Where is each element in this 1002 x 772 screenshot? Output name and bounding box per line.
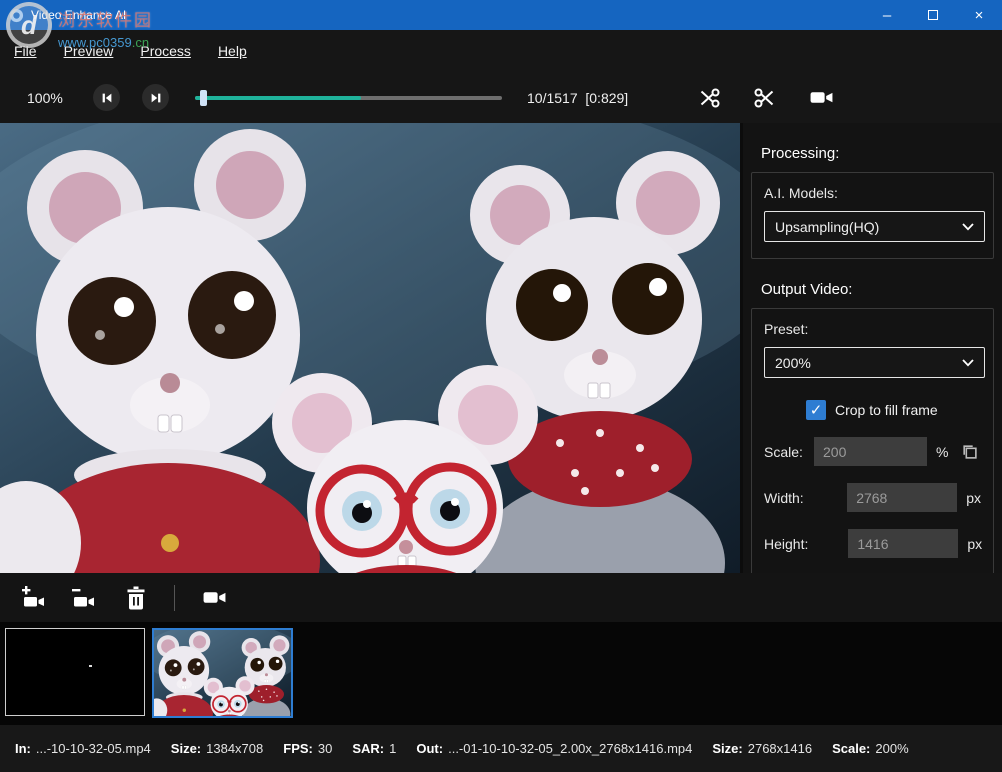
scissors-icon — [697, 86, 721, 110]
close-button[interactable]: × — [956, 0, 1002, 30]
title-bar: Video Enhance AI – × — [0, 0, 1002, 30]
chevron-down-icon — [962, 223, 974, 231]
menu-file[interactable]: File — [14, 43, 37, 59]
process-clip-button[interactable] — [201, 585, 228, 610]
video-camera-icon — [809, 85, 834, 110]
width-label: Width: — [764, 490, 807, 506]
status-fps: FPS:30 — [283, 741, 332, 756]
height-unit: px — [967, 536, 982, 552]
status-in-size: Size:1384x708 — [171, 741, 263, 756]
processing-heading: Processing: — [761, 145, 996, 162]
slider-handle[interactable] — [200, 90, 207, 106]
timeline-slider[interactable] — [195, 89, 502, 107]
height-label: Height: — [764, 536, 808, 552]
status-bar: In:...-10-10-32-05.mp4 Size:1384x708 FPS… — [0, 725, 1002, 772]
remove-clip-button[interactable] — [70, 585, 98, 611]
trim-cut-button[interactable] — [696, 85, 722, 111]
minimize-button[interactable]: – — [864, 0, 910, 30]
width-unit: px — [966, 490, 981, 506]
preset-value: 200% — [775, 355, 962, 371]
ai-models-label: A.I. Models: — [764, 185, 981, 201]
menu-help[interactable]: Help — [218, 43, 247, 59]
crop-to-fill-label: Crop to fill frame — [835, 402, 938, 418]
crop-to-fill-checkbox[interactable]: ✓ — [806, 400, 826, 420]
skip-next-icon — [149, 91, 163, 105]
ai-model-dropdown[interactable]: Upsampling(HQ) — [764, 211, 985, 242]
app-window: Video Enhance AI – × d 浏东软件园 www.pc0359.… — [0, 0, 1002, 772]
clip-toolbar — [0, 573, 1002, 622]
thumbnail-strip — [0, 622, 1002, 725]
ai-models-group: A.I. Models: Upsampling(HQ) — [751, 172, 994, 259]
menu-preview[interactable]: Preview — [64, 43, 114, 59]
clip-thumbnail[interactable] — [5, 628, 145, 716]
copy-icon — [961, 443, 978, 460]
delete-clip-button[interactable] — [124, 585, 148, 611]
scale-unit: % — [936, 444, 948, 460]
zoom-level: 100% — [27, 90, 71, 106]
trim-split-button[interactable] — [752, 85, 778, 111]
width-input[interactable] — [847, 483, 957, 512]
status-sar: SAR:1 — [352, 741, 396, 756]
output-video-group: Preset: 200% ✓ Crop to fill frame Scale:… — [751, 308, 994, 573]
height-input[interactable] — [848, 529, 958, 558]
frame-position: 10/1517 [0:829] — [527, 90, 628, 106]
maximize-icon — [928, 10, 938, 20]
scissors-right-icon — [753, 86, 777, 110]
chevron-down-icon — [962, 359, 974, 367]
status-scale: Scale:200% — [832, 741, 909, 756]
preset-dropdown[interactable]: 200% — [764, 347, 985, 378]
app-icon — [9, 8, 24, 23]
scale-label: Scale: — [764, 444, 814, 460]
video-camera-icon — [201, 585, 228, 610]
ai-model-value: Upsampling(HQ) — [775, 219, 962, 235]
status-out: Out:...-01-10-10-32-05_2.00x_2768x1416.m… — [416, 741, 692, 756]
scale-input[interactable] — [814, 437, 927, 466]
window-title: Video Enhance AI — [31, 8, 126, 22]
output-video-heading: Output Video: — [761, 281, 996, 298]
add-clip-button[interactable] — [20, 585, 48, 611]
skip-next-button[interactable] — [142, 84, 169, 111]
maximize-button[interactable] — [910, 0, 956, 30]
window-controls: – × — [864, 0, 1002, 30]
trash-icon — [124, 585, 148, 611]
camera-plus-icon — [20, 585, 48, 611]
copy-scale-button[interactable] — [961, 443, 978, 460]
menu-process[interactable]: Process — [140, 43, 191, 59]
menu-bar: File Preview Process Help — [0, 30, 1002, 72]
thumbnail-speck — [89, 665, 92, 667]
preset-label: Preset: — [764, 321, 981, 337]
skip-start-icon — [100, 91, 114, 105]
preview-camera-button[interactable] — [808, 85, 834, 111]
playback-toolbar: 100% 10/1517 [0:829] — [0, 72, 1002, 123]
clip-thumbnail-selected[interactable] — [152, 628, 293, 718]
skip-start-button[interactable] — [93, 84, 120, 111]
toolbar-divider — [174, 585, 175, 611]
slider-range — [195, 96, 361, 100]
settings-sidebar: Processing: A.I. Models: Upsampling(HQ) … — [743, 123, 1002, 573]
camera-minus-icon — [70, 585, 98, 611]
status-out-size: Size:2768x1416 — [712, 741, 812, 756]
status-in: In:...-10-10-32-05.mp4 — [15, 741, 151, 756]
video-preview — [0, 123, 740, 573]
